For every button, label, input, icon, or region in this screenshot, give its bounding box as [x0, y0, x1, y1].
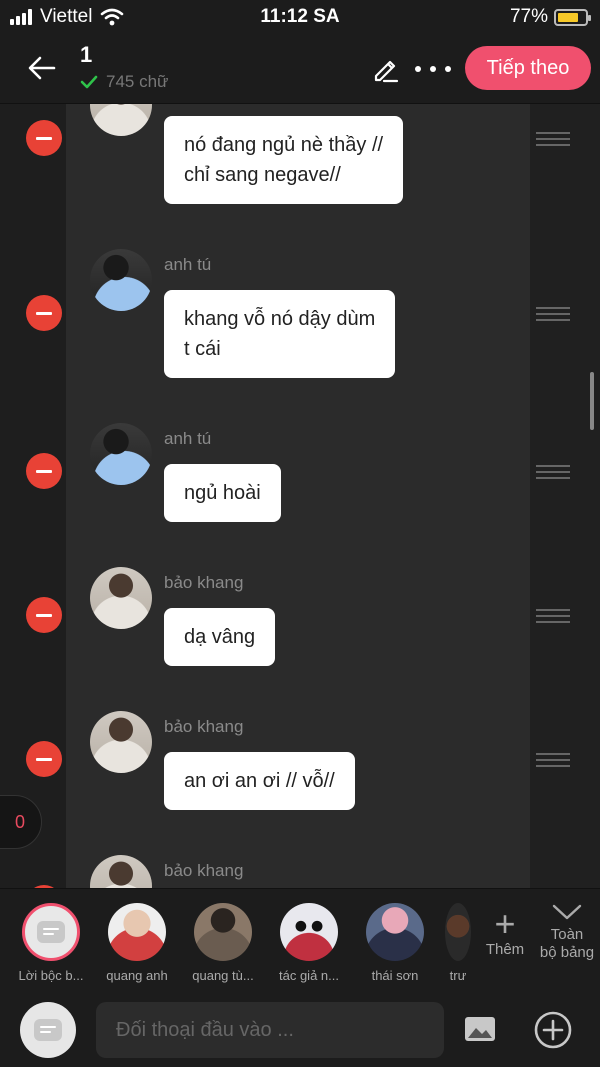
chat-area[interactable]: nó đang ngủ nè thầy // chỉ sang negave//… [0, 104, 600, 888]
character-name: Lời bộc b... [18, 968, 84, 983]
sender-name: bảo khang [164, 717, 244, 736]
message-bubble[interactable]: dạ vâng [164, 608, 276, 666]
message-bubble[interactable]: an ơi an ơi // vỗ// [164, 752, 355, 810]
show-all-characters-button[interactable]: Toàn bộ bảng [536, 903, 598, 962]
delete-message-button[interactable] [26, 597, 62, 633]
next-button[interactable]: Tiếp theo [465, 46, 591, 90]
character-narrator[interactable]: Lời bộc b... [8, 903, 94, 983]
drag-handle[interactable] [536, 609, 570, 623]
message-line: nó đang ngủ nè thầy // [184, 134, 384, 156]
chevron-down-icon [552, 904, 582, 920]
character-name: quang anh [106, 968, 168, 983]
check-icon [80, 75, 98, 89]
add-character-label: Thêm [485, 941, 525, 958]
dot-icon [445, 66, 451, 72]
narrator-avatar [22, 903, 80, 961]
drag-handle[interactable] [536, 132, 570, 146]
edit-button[interactable] [370, 54, 400, 84]
delete-message-button[interactable] [26, 453, 62, 489]
message-bubble[interactable]: ngủ hoài [164, 464, 281, 522]
image-button[interactable] [463, 1014, 497, 1044]
back-button[interactable] [22, 50, 62, 86]
character-name: trư [449, 968, 467, 983]
back-arrow-icon [28, 56, 56, 80]
word-count: 745 chữ [80, 72, 168, 92]
message-line: chỉ sang negave// [184, 164, 341, 186]
character-name: tác giả n... [279, 968, 339, 983]
battery-group: 77% [509, 6, 591, 28]
drag-handle[interactable] [536, 753, 570, 767]
message-line: dạ vâng [184, 626, 256, 648]
plus-icon: + [494, 903, 516, 944]
pencil-icon [374, 60, 399, 83]
add-character-button[interactable]: + Thêm [480, 903, 530, 959]
delete-message-button[interactable] [26, 120, 62, 156]
message-line: khang vỗ nó dậy dùm [184, 308, 376, 330]
sender-name: bảo khang [164, 573, 244, 592]
drag-handle[interactable] [536, 307, 570, 321]
editor-header: 1 745 chữ Tiếp theo [0, 34, 600, 104]
all-board-label-1: Toàn [550, 926, 584, 943]
input-bar [0, 988, 600, 1067]
plus-circle-icon [534, 1011, 572, 1049]
image-icon [465, 1017, 495, 1041]
dot-icon [415, 66, 421, 72]
message-icon [37, 921, 65, 943]
character-item[interactable]: quang anh [94, 903, 180, 983]
sender-name: anh tú [164, 429, 212, 448]
message-line: ngủ hoài [184, 482, 261, 504]
character-avatar [280, 903, 338, 961]
chapter-number: 1 [80, 42, 93, 67]
delete-message-button[interactable] [26, 295, 62, 331]
character-item[interactable]: trư [438, 903, 478, 983]
character-avatar [445, 903, 471, 961]
avatar [90, 711, 152, 773]
battery-icon [554, 8, 591, 26]
character-avatar [108, 903, 166, 961]
character-strip: Lời bộc b... quang anh quang tù... tác g… [0, 888, 600, 988]
delete-message-button[interactable] [26, 741, 62, 777]
character-name: quang tù... [192, 968, 254, 983]
all-board-label-2: bộ bảng [539, 944, 595, 961]
character-avatar [194, 903, 252, 961]
drag-column [530, 104, 600, 888]
message-bubble[interactable]: khang vỗ nó dậy dùm t cái [164, 290, 396, 378]
character-name: thái sơn [371, 968, 419, 983]
scrollbar[interactable] [590, 372, 594, 430]
message-line: t cái [184, 338, 221, 360]
sender-name: bảo khang [164, 861, 244, 880]
word-count-label: 745 chữ [106, 72, 169, 91]
battery-percent: 77% [509, 6, 548, 27]
sender-name: anh tú [164, 255, 212, 274]
avatar [90, 249, 152, 311]
drag-handle[interactable] [536, 465, 570, 479]
avatar [90, 423, 152, 485]
character-item[interactable]: tác giả n... [266, 903, 352, 983]
avatar [90, 567, 152, 629]
dot-icon [430, 66, 436, 72]
character-item[interactable]: thái sơn [352, 903, 438, 983]
message-bubble[interactable]: nó đang ngủ nè thầy // chỉ sang negave// [164, 116, 404, 204]
narration-button[interactable] [20, 1002, 76, 1058]
message-line: an ơi an ơi // vỗ// [184, 770, 335, 792]
more-options-button[interactable] [415, 54, 451, 84]
status-bar: Viettel 11:12 SA 77% [0, 0, 600, 34]
battery-fill [558, 12, 579, 22]
message-icon [34, 1019, 62, 1041]
dialogue-input[interactable] [96, 1002, 444, 1058]
add-button[interactable] [533, 1010, 573, 1050]
character-avatar [366, 903, 424, 961]
character-item[interactable]: quang tù... [180, 903, 266, 983]
